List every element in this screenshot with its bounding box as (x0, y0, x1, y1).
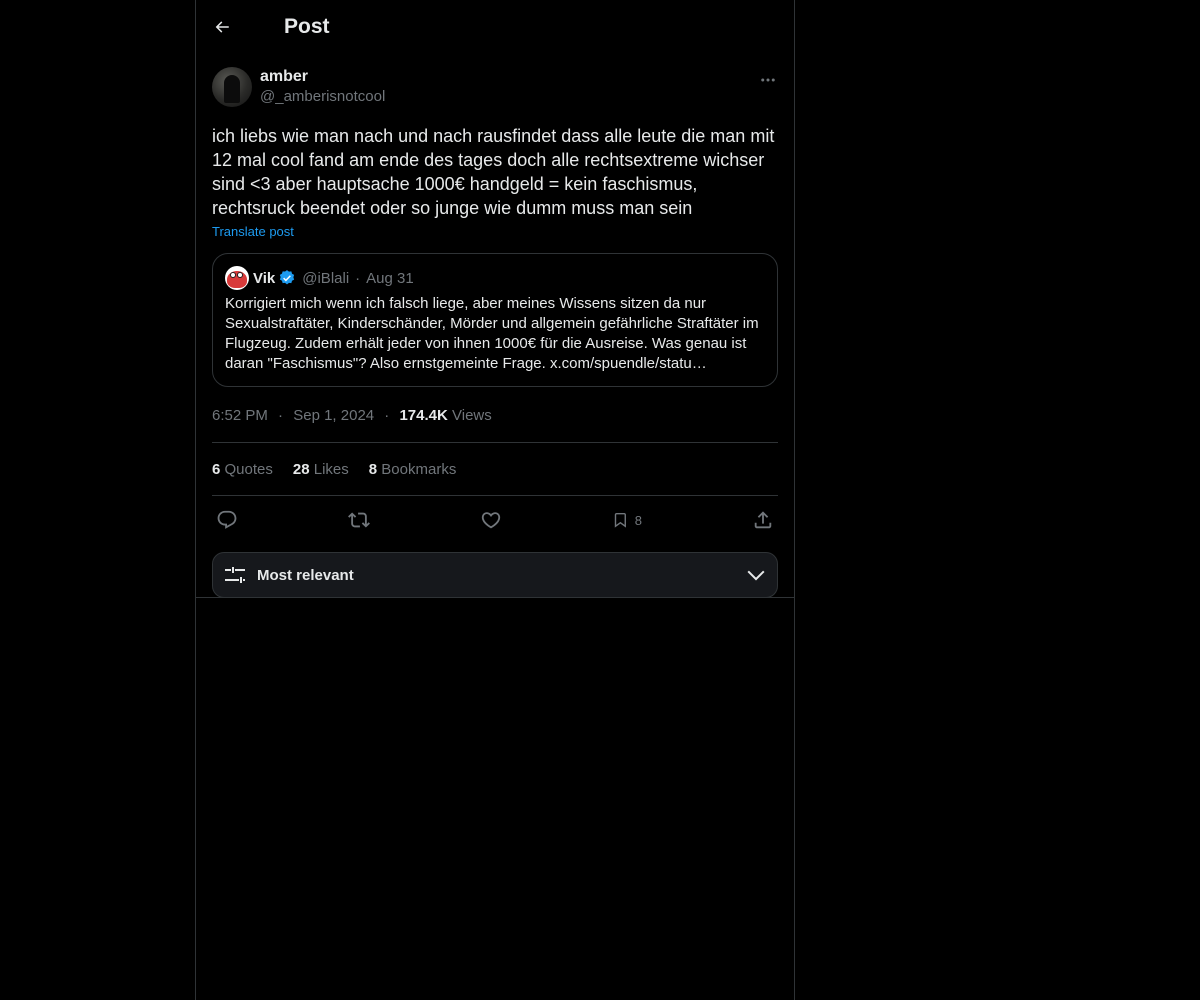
post-time[interactable]: 6:52 PM (212, 407, 268, 424)
avatar[interactable] (212, 67, 252, 107)
like-icon (481, 512, 501, 529)
sort-label: Most relevant (257, 566, 354, 584)
separator-dot: · (384, 407, 390, 424)
likes-stat[interactable]: 28 Likes (293, 461, 349, 478)
back-arrow-icon (215, 21, 229, 33)
post-text: ich liebs wie man nach und nach rausfind… (212, 126, 775, 218)
repost-button[interactable] (348, 509, 378, 531)
section-divider (196, 597, 794, 598)
page-title: Post (284, 15, 330, 38)
quote-text: Korrigiert mich wenn ich falsch liege, a… (225, 295, 759, 372)
bookmarks-label: Bookmarks (381, 460, 457, 478)
sliders-icon (225, 567, 245, 583)
views-count: 174.4K (399, 407, 448, 424)
chevron-down-icon (747, 570, 765, 581)
quote-date: Aug 31 (366, 269, 414, 287)
separator-dot: · (278, 407, 284, 424)
author-name[interactable]: amber (260, 67, 385, 87)
quote-header: Vik @iBlali · Aug 31 (225, 266, 765, 290)
bookmark-count: 8 (634, 512, 642, 528)
likes-count: 28 (292, 460, 310, 478)
reply-sort-dropdown[interactable]: Most relevant (212, 552, 778, 598)
verified-icon (278, 269, 296, 287)
reply-icon (217, 510, 237, 529)
quote-author-name: Vik (253, 269, 276, 287)
bookmark-button[interactable]: 8 (612, 509, 642, 531)
translate-link[interactable]: Translate post (212, 224, 294, 239)
action-bar: 8 (212, 496, 778, 544)
author-row: amber @_amberisnotcool (212, 62, 778, 112)
post-date[interactable]: Sep 1, 2024 (293, 407, 374, 424)
engagement-stats: 6 Quotes 28 Likes 8 Bookmarks (212, 443, 778, 495)
like-button[interactable] (480, 509, 510, 531)
repost-icon (348, 512, 370, 528)
back-button[interactable] (212, 17, 232, 37)
quotes-stat[interactable]: 6 Quotes (212, 461, 273, 478)
share-icon (754, 511, 772, 529)
views-label: Views (452, 407, 492, 424)
quote-avatar (225, 266, 249, 290)
author-names: amber @_amberisnotcool (260, 67, 385, 107)
post-column: Post amber @_amberisnotcool ich liebs wi… (195, 0, 795, 1000)
quoted-post[interactable]: Vik @iBlali · Aug 31 Korrigiert mich wen… (212, 253, 778, 387)
separator-dot: · (355, 269, 361, 287)
post: amber @_amberisnotcool ich liebs wie man… (196, 62, 794, 598)
likes-label: Likes (313, 460, 349, 478)
post-meta-wrap: 6:52 PM · Sep 1, 2024 · 174.4K Views (212, 406, 778, 442)
quotes-count: 6 (212, 460, 221, 478)
bookmarks-count: 8 (368, 460, 378, 478)
post-meta: 6:52 PM · Sep 1, 2024 · 174.4K Views (212, 406, 778, 426)
author-handle[interactable]: @_amberisnotcool (260, 87, 385, 107)
bookmark-icon (614, 513, 626, 528)
reply-button[interactable] (216, 509, 246, 531)
header: Post (196, 0, 794, 54)
share-button[interactable] (744, 509, 774, 531)
more-button[interactable] (758, 70, 778, 90)
quote-author-handle: @iBlali (302, 269, 350, 287)
bookmarks-stat[interactable]: 8 Bookmarks (369, 461, 457, 478)
quotes-label: Quotes (224, 460, 273, 478)
more-icon (761, 78, 775, 82)
